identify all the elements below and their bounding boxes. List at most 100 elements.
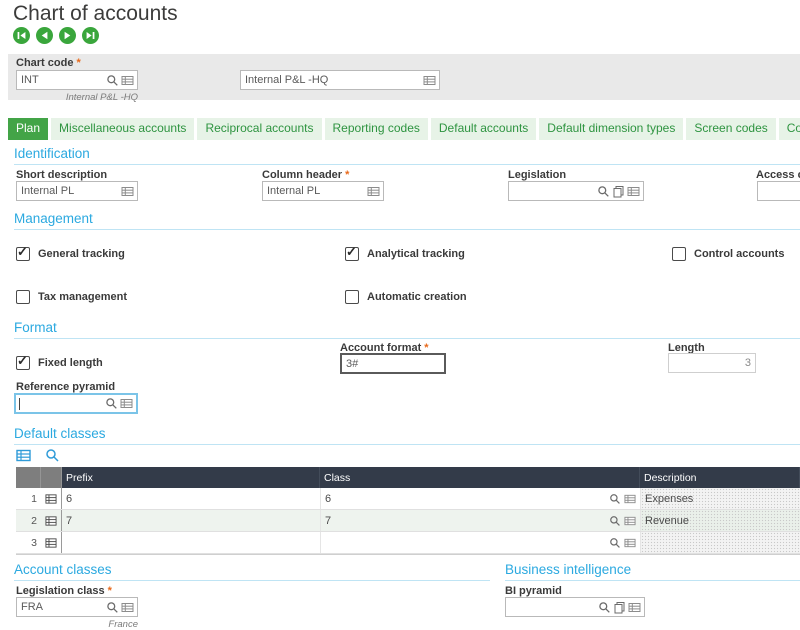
grid-icon[interactable] (624, 493, 636, 505)
row-detail-cell[interactable] (41, 532, 62, 553)
tab-plan[interactable]: Plan (8, 118, 48, 140)
previous-record-icon[interactable] (36, 27, 53, 44)
access-code-input[interactable] (761, 185, 800, 197)
grid-icon[interactable] (624, 515, 636, 527)
account-format-field[interactable] (340, 353, 446, 374)
reference-pyramid-input[interactable] (22, 398, 103, 410)
grid-icon[interactable] (367, 185, 380, 198)
search-icon[interactable] (597, 185, 610, 198)
description-cell (640, 532, 800, 553)
next-record-icon[interactable] (59, 27, 76, 44)
search-icon[interactable] (609, 493, 621, 505)
fixed-length-checkbox[interactable] (16, 356, 30, 370)
control-accounts-checkbox[interactable] (672, 247, 686, 261)
general-tracking-checkbox[interactable] (16, 247, 30, 261)
chart-name-input[interactable] (244, 74, 421, 86)
account-classes-section-title: Account classes (14, 562, 112, 577)
copy-icon[interactable] (613, 601, 626, 614)
search-icon[interactable] (106, 601, 119, 614)
copy-icon[interactable] (612, 185, 625, 198)
automatic-creation-checkbox[interactable] (345, 290, 359, 304)
column-header-field[interactable] (262, 181, 384, 201)
row-detail-cell[interactable] (41, 510, 62, 531)
grid-icon[interactable] (423, 74, 436, 87)
grid-icon[interactable] (120, 397, 133, 410)
prefix-cell[interactable] (62, 532, 320, 553)
account-format-input[interactable] (345, 358, 441, 370)
column-header-label: Column header (262, 169, 349, 181)
section-divider (14, 444, 800, 445)
grid-icon[interactable] (121, 601, 134, 614)
access-code-field[interactable] (757, 181, 800, 201)
reference-pyramid-field[interactable] (14, 393, 138, 414)
search-icon[interactable] (106, 74, 119, 87)
search-icon[interactable] (45, 448, 60, 463)
tab-miscellaneous-accounts[interactable]: Miscellaneous accounts (51, 118, 194, 140)
bi-pyramid-input[interactable] (509, 601, 596, 613)
prefix-cell[interactable]: 6 (62, 488, 320, 509)
record-navigation (13, 27, 99, 44)
tab-screen-codes[interactable]: Screen codes (686, 118, 775, 140)
tax-management-row: Tax management (16, 290, 127, 304)
tab-default-accounts[interactable]: Default accounts (431, 118, 536, 140)
short-description-input[interactable] (20, 185, 119, 197)
grid-icon[interactable] (45, 537, 57, 549)
identification-section-title: Identification (14, 146, 90, 161)
tab-default-dimension-types[interactable]: Default dimension types (539, 118, 683, 140)
row-number[interactable]: 1 (16, 488, 41, 509)
class-cell[interactable]: 6 (320, 488, 640, 509)
search-icon[interactable] (609, 515, 621, 527)
length-input (672, 357, 752, 369)
last-record-icon[interactable] (82, 27, 99, 44)
class-cell[interactable]: 7 (320, 510, 640, 531)
table-toolbar (16, 448, 60, 463)
bi-pyramid-field[interactable] (505, 597, 645, 617)
grid-icon[interactable] (45, 515, 57, 527)
description-cell: Revenue (640, 510, 800, 531)
search-icon[interactable] (598, 601, 611, 614)
grid-icon[interactable] (45, 493, 57, 505)
row-detail-cell[interactable] (41, 488, 62, 509)
analytical-tracking-checkbox[interactable] (345, 247, 359, 261)
grid-icon[interactable] (627, 185, 640, 198)
first-record-icon[interactable] (13, 27, 30, 44)
short-description-field[interactable] (16, 181, 138, 201)
tab-compatible-accounts[interactable]: Compatible accounts (779, 118, 800, 140)
column-header-prefix[interactable]: Prefix (62, 467, 320, 488)
legislation-field[interactable] (508, 181, 644, 201)
tab-reciprocal-accounts[interactable]: Reciprocal accounts (197, 118, 321, 140)
default-classes-table: Prefix Class Description 1 6 6 Expenses … (16, 467, 800, 555)
search-icon[interactable] (105, 397, 118, 410)
tab-reporting-codes[interactable]: Reporting codes (325, 118, 428, 140)
description-cell: Expenses (640, 488, 800, 509)
search-icon[interactable] (609, 537, 621, 549)
legislation-input[interactable] (512, 185, 595, 197)
table-row: 3 (16, 532, 800, 554)
column-header-class[interactable]: Class (320, 467, 640, 488)
grid-icon[interactable] (121, 185, 134, 198)
analytical-tracking-row: Analytical tracking (345, 247, 465, 261)
tax-management-checkbox[interactable] (16, 290, 30, 304)
control-accounts-row: Control accounts (672, 247, 784, 261)
chart-name-field[interactable] (240, 70, 440, 90)
prefix-cell[interactable]: 7 (62, 510, 320, 531)
chart-code-field[interactable] (16, 70, 138, 90)
grid-icon[interactable] (16, 448, 31, 463)
chart-of-accounts-page: { "page_title": "Chart of accounts", "he… (0, 0, 800, 622)
grid-icon[interactable] (628, 601, 641, 614)
section-divider (14, 580, 490, 581)
default-classes-section-title: Default classes (14, 426, 106, 441)
row-number[interactable]: 2 (16, 510, 41, 531)
chart-code-hint: Internal P&L -HQ (16, 92, 138, 103)
column-header-description[interactable]: Description (640, 467, 800, 488)
row-number[interactable]: 3 (16, 532, 41, 553)
legislation-class-field[interactable] (16, 597, 138, 617)
class-cell[interactable] (320, 532, 640, 553)
column-header-input[interactable] (266, 185, 365, 197)
legislation-label: Legislation (508, 169, 566, 181)
legislation-class-input[interactable] (20, 601, 104, 613)
chart-code-input[interactable] (20, 74, 104, 86)
grid-icon[interactable] (121, 74, 134, 87)
section-divider (14, 229, 800, 230)
grid-icon[interactable] (624, 537, 636, 549)
